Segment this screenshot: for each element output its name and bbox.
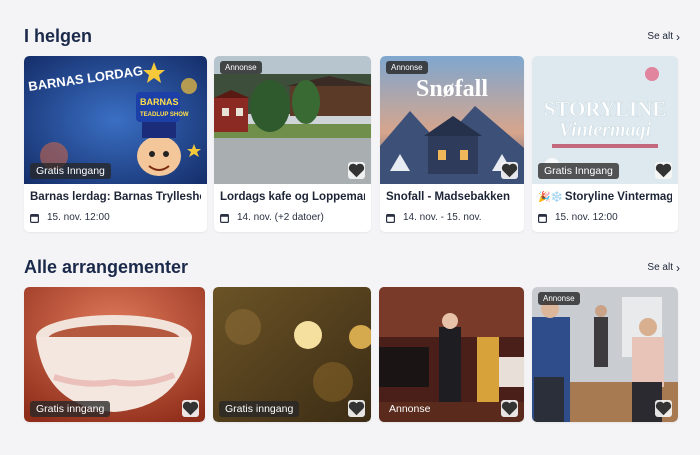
free-entry-badge: Gratis inngang [219, 401, 300, 417]
favorite-button[interactable] [348, 400, 365, 417]
event-title: Snofall - Madsebakken [386, 191, 510, 203]
ad-badge: Annonse [220, 61, 262, 74]
section-title: I helgen [24, 26, 93, 46]
event-date: 15. nov. 12:00 [47, 212, 110, 223]
favorite-button[interactable] [655, 162, 672, 179]
heart-icon [501, 401, 518, 416]
heart-icon [655, 163, 672, 178]
event-title: Barnas lerdag: Barnas Tryllesho [30, 191, 201, 203]
svg-text:STORYLINE: STORYLINE [544, 97, 667, 121]
event-card[interactable]: Gratis inngang [24, 287, 205, 422]
see-all-label: Se alt [647, 262, 673, 273]
chevron-right-icon: › [676, 29, 680, 44]
favorite-button[interactable] [501, 162, 518, 179]
see-all-label: Se alt [647, 31, 673, 42]
favorite-button[interactable] [501, 400, 518, 417]
event-thumbnail: Gratis inngang [24, 287, 205, 422]
event-thumbnail: STORYLINE Vintermagi Gratis Inngang [532, 56, 678, 184]
calendar-icon [220, 213, 229, 223]
favorite-button[interactable] [182, 400, 199, 417]
event-date: 14. nov. (+2 datoer) [237, 212, 324, 223]
heart-icon [348, 401, 365, 416]
heart-icon [348, 163, 365, 178]
favorite-button[interactable] [655, 400, 672, 417]
svg-text:Vintermagi: Vintermagi [559, 119, 652, 141]
see-all-link[interactable]: Se alt › [647, 31, 680, 43]
event-date: 15. nov. 12:00 [555, 212, 618, 223]
heart-icon [182, 401, 199, 416]
event-thumbnail: Snøfall Annonse [380, 56, 524, 184]
event-card[interactable]: Gratis inngang [213, 287, 371, 422]
event-title-text: Storyline Vintermagi [564, 191, 672, 203]
event-date: 14. nov. - 15. nov. [403, 212, 482, 223]
ad-badge: Annonse [538, 292, 580, 305]
ad-badge: Annonse [386, 61, 428, 74]
svg-text:TEADLUP SHOW: TEADLUP SHOW [140, 112, 189, 118]
calendar-icon [386, 213, 395, 223]
event-thumbnail: Annonse [532, 287, 678, 422]
event-card[interactable]: Annonse Lordags kafe og Loppemar 14. nov… [214, 56, 371, 232]
svg-text:Snøfall: Snøfall [416, 76, 488, 102]
event-card[interactable]: Annonse [379, 287, 524, 422]
free-entry-badge: Gratis Inngang [30, 163, 111, 179]
event-card[interactable]: STORYLINE Vintermagi Gratis Inngang 🎉❄️ S… [532, 56, 678, 232]
event-card[interactable]: BARNAS LORDAG BARNAS TEADLUP SHOW Gratis… [24, 56, 207, 232]
event-title: 🎉❄️ Storyline Vintermagi [538, 191, 672, 203]
free-entry-badge: Gratis Inngang [538, 163, 619, 179]
svg-text:BARNAS: BARNAS [140, 97, 179, 107]
event-thumbnail: Annonse [379, 287, 524, 422]
event-date-row: 15. nov. 12:00 [30, 212, 201, 223]
favorite-button[interactable] [348, 162, 365, 179]
event-thumbnail: Annonse [214, 56, 371, 184]
calendar-icon [30, 213, 39, 223]
section-header-all: Alle arrangementer Se alt › [24, 257, 680, 278]
event-date-row: 14. nov. - 15. nov. [386, 212, 518, 223]
event-date-row: 15. nov. 12:00 [538, 212, 672, 223]
title-emoji: 🎉❄️ [538, 192, 563, 203]
see-all-link[interactable]: Se alt › [647, 262, 680, 274]
event-thumbnail: BARNAS LORDAG BARNAS TEADLUP SHOW Gratis… [24, 56, 207, 184]
event-title: Lordags kafe og Loppemar [220, 191, 365, 203]
heart-icon [655, 401, 672, 416]
heart-icon [501, 163, 518, 178]
ad-badge: Annonse [389, 403, 431, 415]
event-date-row: 14. nov. (+2 datoer) [220, 212, 365, 223]
event-card[interactable]: Annonse [532, 287, 678, 422]
event-card[interactable]: Snøfall Annonse Snofall - Madsebakken 14… [380, 56, 524, 232]
free-entry-badge: Gratis inngang [30, 401, 111, 417]
chevron-right-icon: › [676, 260, 680, 275]
event-thumbnail: Gratis inngang [213, 287, 371, 422]
calendar-icon [538, 213, 547, 223]
section-title: Alle arrangementer [24, 257, 189, 277]
section-header-weekend: I helgen Se alt › [24, 26, 680, 47]
